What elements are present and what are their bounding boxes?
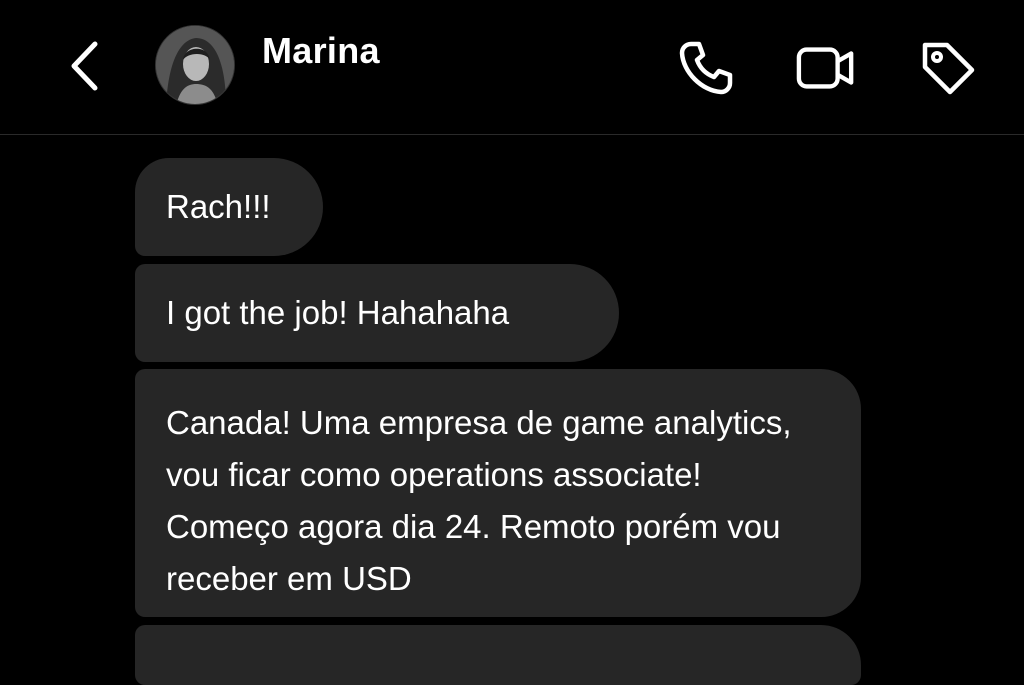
video-camera-icon (796, 47, 854, 89)
tag-button[interactable] (918, 38, 978, 98)
back-button[interactable] (62, 40, 106, 92)
tag-icon (922, 42, 975, 95)
chat-header: Marina (0, 0, 1024, 135)
message-bubble-partial[interactable] (135, 625, 861, 685)
message-text: Canada! Uma empresa de game analytics, v… (166, 404, 792, 597)
message-bubble[interactable]: Canada! Uma empresa de game analytics, v… (135, 369, 861, 617)
message-bubble[interactable]: I got the job! Hahahaha (135, 264, 619, 362)
voice-call-button[interactable] (676, 38, 736, 98)
message-list[interactable]: Rach!!! I got the job! Hahahaha Canada! … (0, 136, 1024, 685)
avatar-image (156, 26, 234, 104)
video-call-button[interactable] (796, 38, 856, 98)
message-text: Rach!!! (166, 188, 271, 225)
chevron-left-icon (71, 41, 98, 91)
avatar[interactable] (155, 25, 235, 105)
message-bubble[interactable]: Rach!!! (135, 158, 323, 256)
phone-icon (679, 41, 733, 95)
contact-name[interactable]: Marina (262, 30, 380, 72)
message-text: I got the job! Hahahaha (166, 294, 510, 331)
